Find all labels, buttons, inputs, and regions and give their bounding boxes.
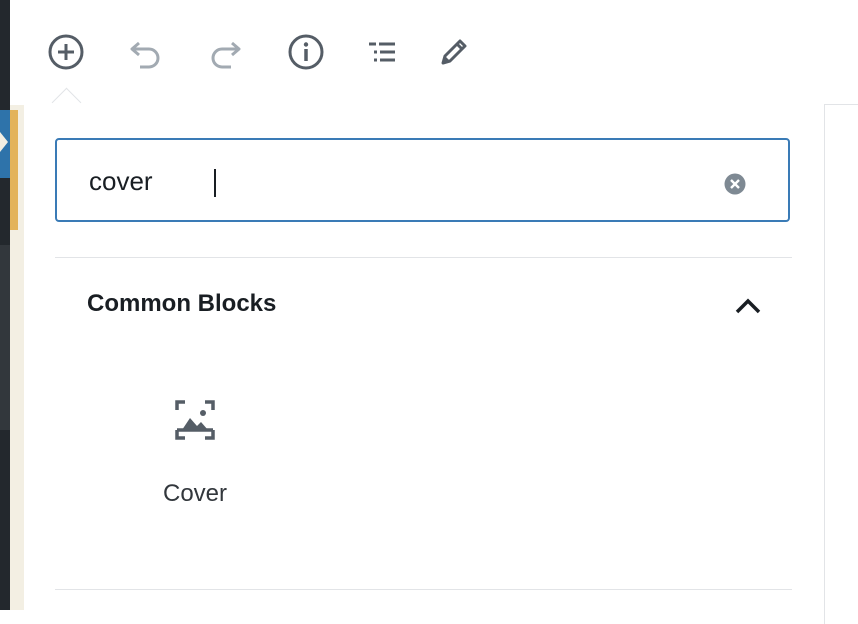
- chevron-up-icon: [735, 298, 761, 314]
- text-caret: [214, 169, 216, 197]
- plus-circle-icon: [48, 34, 84, 70]
- redo-button[interactable]: [204, 30, 248, 74]
- list-icon: [369, 42, 395, 62]
- admin-menu-section: [0, 245, 10, 430]
- add-block-button[interactable]: [44, 30, 88, 74]
- block-item-label: Cover: [162, 480, 228, 507]
- block-search-input[interactable]: [89, 164, 689, 198]
- editor-edge-accent: [10, 110, 18, 230]
- panel-divider-bottom: [55, 589, 792, 590]
- editor-header-toolbar: [24, 0, 858, 105]
- tools-button[interactable]: [432, 30, 476, 74]
- content-info-button[interactable]: [284, 30, 328, 74]
- block-search-field[interactable]: [55, 138, 790, 222]
- active-item-indicator: [0, 132, 8, 152]
- block-item-cover[interactable]: Cover: [128, 384, 262, 514]
- panel-title[interactable]: Common Blocks: [87, 290, 276, 318]
- undo-button[interactable]: [123, 30, 167, 74]
- undo-icon: [130, 41, 160, 69]
- info-icon: [288, 34, 324, 70]
- redo-icon: [211, 41, 241, 69]
- clear-search-button[interactable]: [724, 173, 746, 195]
- cover-image-icon: [175, 400, 215, 440]
- pencil-icon: [441, 39, 467, 65]
- block-navigation-button[interactable]: [360, 30, 404, 74]
- admin-sidebar-edge: [0, 0, 24, 610]
- editor-background: [10, 0, 24, 105]
- panel-divider-top: [55, 257, 792, 258]
- panel-toggle-button[interactable]: [726, 286, 770, 326]
- clear-icon: [724, 173, 746, 195]
